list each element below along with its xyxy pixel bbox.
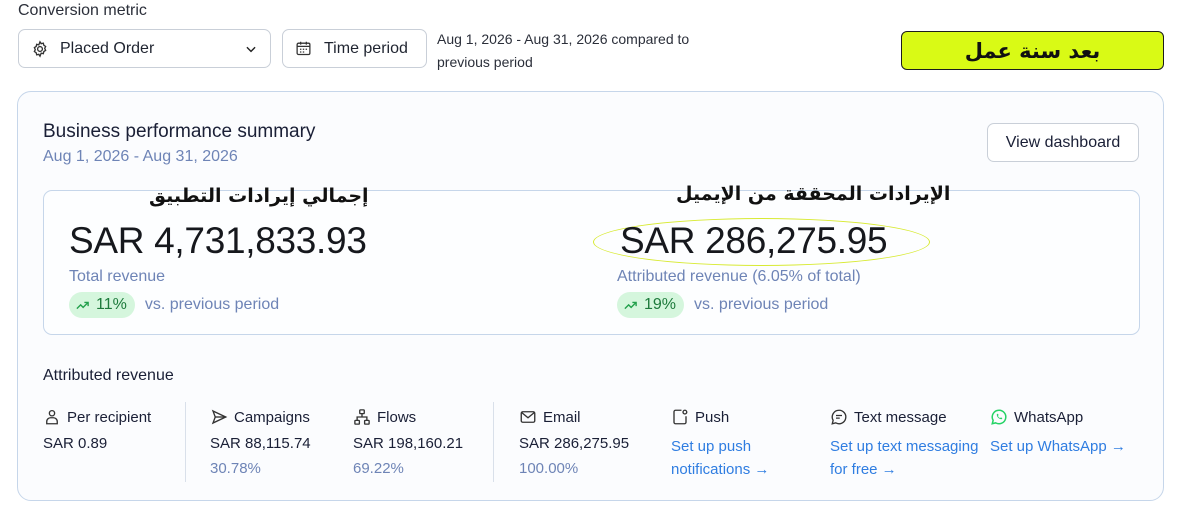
whatsapp-icon xyxy=(991,409,1007,425)
flows-icon xyxy=(354,409,370,425)
campaigns-column: Campaigns SAR 88,115.74 30.78% xyxy=(210,407,311,478)
text-message-label: Text message xyxy=(854,408,947,426)
per-recipient-value: SAR 0.89 xyxy=(43,435,108,452)
time-period-label: Time period xyxy=(324,39,408,57)
page-title: Business performance summary xyxy=(43,121,316,142)
email-column: Email SAR 286,275.95 100.00% xyxy=(519,407,630,478)
attributed-revenue-change: 19% xyxy=(644,296,677,313)
total-revenue-trend: 11% vs. previous period xyxy=(69,292,279,318)
attributed-vs-text: vs. previous period xyxy=(694,296,829,313)
revenue-summary-panel: إجمالي إيرادات التطبيق SAR 4,731,833.93 … xyxy=(43,183,1140,335)
compare-period-text: Aug 1, 2026 - Aug 31, 2026 compared to p… xyxy=(437,31,690,70)
per-recipient-label: Per recipient xyxy=(67,408,152,426)
arabic-total-revenue-heading: إجمالي إيرادات التطبيق xyxy=(149,185,369,207)
attributed-revenue-label: Attributed revenue (6.05% of total) xyxy=(617,268,861,285)
conversion-metric-select[interactable]: Placed Order xyxy=(18,29,271,68)
flows-percent: 69.22% xyxy=(353,460,404,477)
total-vs-text: vs. previous period xyxy=(144,296,280,313)
time-period-button[interactable]: Time period xyxy=(282,29,427,68)
chevron-down-icon xyxy=(246,46,256,53)
email-icon xyxy=(520,411,536,423)
total-revenue-change: 11% xyxy=(96,296,127,313)
trend-up-icon xyxy=(624,301,637,309)
trend-up-badge: 19% xyxy=(617,292,685,318)
push-notification-icon xyxy=(673,409,688,425)
push-label: Push xyxy=(695,408,730,426)
sms-icon xyxy=(831,409,847,425)
conversion-metric-label: Conversion metric xyxy=(18,2,147,19)
arabic-annotation-badge: بعد سنة عمل xyxy=(901,31,1164,70)
setup-text-messaging-link[interactable]: Set up text messaging for free → xyxy=(830,435,980,481)
email-value: SAR 286,275.95 xyxy=(519,435,630,452)
flows-value: SAR 198,160.21 xyxy=(353,435,464,452)
calendar-icon xyxy=(296,41,311,56)
attributed-revenue-value: SAR 286,275.95 xyxy=(620,220,888,261)
campaigns-label: Campaigns xyxy=(234,408,310,426)
attributed-revenue-title: Attributed revenue xyxy=(43,367,174,384)
per-recipient-column: Per recipient SAR 0.89 xyxy=(43,407,152,453)
arabic-email-revenue-heading: الإيرادات المحققة من الإيميل xyxy=(676,183,951,205)
setup-whatsapp-link[interactable]: Set up WhatsApp → xyxy=(990,435,1140,458)
business-performance-card: Business performance summary Aug 1, 2026… xyxy=(17,91,1164,501)
total-revenue-value: SAR 4,731,833.93 xyxy=(69,220,367,261)
summary-date-range: Aug 1, 2026 - Aug 31, 2026 xyxy=(43,148,238,165)
campaigns-value: SAR 88,115.74 xyxy=(210,435,311,452)
email-label: Email xyxy=(543,408,581,426)
trend-up-badge: 11% xyxy=(69,292,135,318)
divider xyxy=(185,402,186,482)
push-column: Push Set up push notifications → xyxy=(671,407,801,481)
setup-push-link[interactable]: Set up push notifications → xyxy=(671,435,801,481)
text-message-column: Text message Set up text messaging for f… xyxy=(830,407,980,481)
flows-column: Flows SAR 198,160.21 69.22% xyxy=(353,407,464,478)
email-percent: 100.00% xyxy=(519,460,579,477)
view-dashboard-button[interactable]: View dashboard xyxy=(987,123,1139,162)
attributed-revenue-trend: 19% vs. previous period xyxy=(617,292,828,318)
send-icon xyxy=(211,409,228,425)
trend-up-icon xyxy=(76,301,89,309)
conversion-metric-value: Placed Order xyxy=(60,39,155,57)
campaigns-percent: 30.78% xyxy=(210,460,261,477)
divider xyxy=(493,402,494,482)
person-icon xyxy=(46,409,58,425)
gear-icon xyxy=(33,39,47,58)
flows-label: Flows xyxy=(377,408,417,426)
total-revenue-label: Total revenue xyxy=(69,268,166,285)
whatsapp-label: WhatsApp xyxy=(1014,408,1084,426)
whatsapp-column: WhatsApp Set up WhatsApp → xyxy=(990,407,1140,458)
